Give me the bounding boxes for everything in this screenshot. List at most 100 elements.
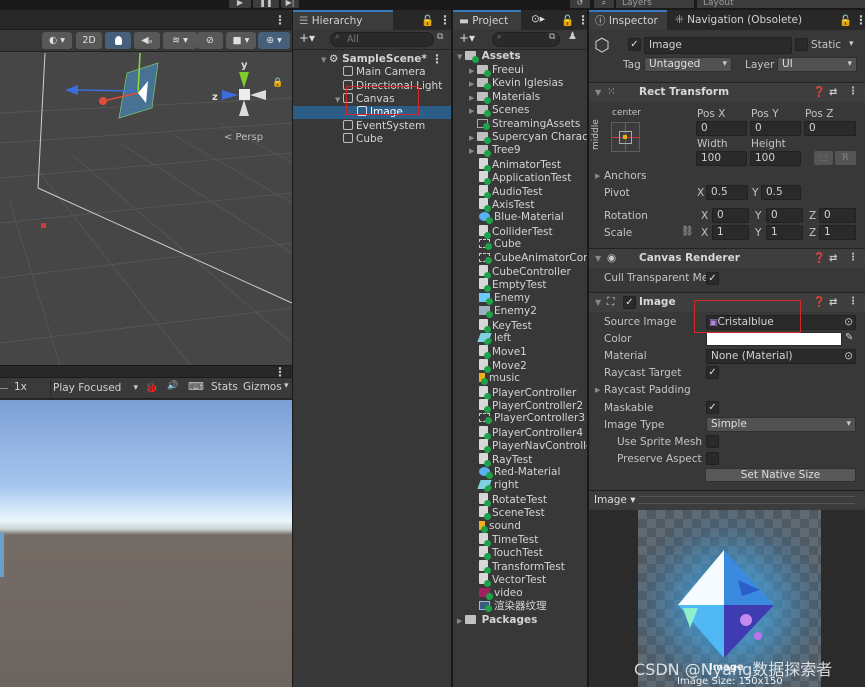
presets-icon[interactable]: ⇄ (829, 249, 837, 268)
gizmo-center-cube[interactable] (239, 89, 250, 100)
color-swatch[interactable] (706, 332, 842, 346)
scale-slider[interactable] (0, 388, 8, 389)
tab-inspector[interactable]: ⓘ Inspector (589, 10, 667, 30)
lighting-toggle[interactable] (105, 32, 131, 49)
hierarchy-item-cube[interactable]: Cube (293, 133, 451, 146)
more-options-icon[interactable]: ⋮ (274, 14, 286, 26)
height-field[interactable]: 100 (750, 151, 801, 166)
hierarchy-item-eventsystem[interactable]: EventSystem (293, 120, 451, 133)
project-item[interactable]: left (453, 332, 587, 345)
project-item[interactable]: PlayerNavControlle (453, 439, 587, 454)
project-item[interactable]: ColliderTest (453, 224, 587, 239)
constrain-proportions-icon[interactable]: ⛓ (681, 226, 694, 237)
component-menu-icon[interactable]: ⋮ (848, 86, 858, 98)
canvas-renderer-header[interactable]: ▼ ◉ Canvas Renderer ❓ ⇄ ⋮ (589, 248, 865, 268)
shading-mode-button[interactable]: ◐ ▾ (42, 32, 72, 49)
lock-icon[interactable]: 🔓 (561, 14, 574, 27)
tab-navigation[interactable]: ⁜ Navigation (Obsolete) (669, 10, 808, 30)
lock-icon[interactable]: 🔒 (272, 78, 283, 88)
project-item[interactable]: AudioTest (453, 184, 587, 199)
hierarchy-item-main-camera[interactable]: Main Camera (293, 66, 451, 79)
width-field[interactable]: 100 (696, 151, 747, 166)
project-item[interactable]: EmptyTest (453, 278, 587, 293)
gizmos-button[interactable]: Gizmos (243, 381, 282, 393)
search-by-type-icon[interactable]: ⧉ (549, 32, 555, 42)
component-menu-icon[interactable]: ⋮ (848, 252, 858, 264)
project-item[interactable]: SceneTest (453, 506, 587, 521)
project-item[interactable]: TouchTest (453, 546, 587, 561)
raw-edit-button[interactable]: R (835, 151, 856, 165)
maskable-checkbox[interactable]: ✓ (706, 401, 719, 414)
filter-icon[interactable]: ♟ (568, 31, 577, 42)
layers-dropdown[interactable]: Layers (616, 0, 694, 8)
pos-x-field[interactable]: 0 (696, 121, 747, 136)
project-item[interactable]: CubeController (453, 265, 587, 279)
hierarchy-item-scene[interactable]: ▼ ⚙ SampleScene* ⋮ (293, 53, 451, 66)
set-native-size-button[interactable]: Set Native Size (705, 468, 856, 482)
gizmos-dropdown[interactable]: ⊕ ▾ (258, 32, 290, 49)
create-button[interactable]: +▾ (459, 31, 475, 45)
object-name-field[interactable]: Image (644, 37, 792, 54)
stats-button[interactable]: Stats (211, 381, 238, 393)
project-item[interactable]: ▶ Kevin Iglesias (453, 77, 587, 91)
raycast-padding-foldout[interactable]: Raycast Padding (604, 384, 691, 396)
project-item[interactable]: TransformTest (453, 559, 587, 574)
preview-dropdown[interactable]: Image ▾ (594, 494, 636, 506)
tab-hierarchy[interactable]: ☰ Hierarchy (293, 10, 393, 30)
project-item[interactable]: music (453, 372, 587, 386)
eyedropper-icon[interactable]: ✎ (845, 332, 853, 343)
project-item[interactable]: ApplicationTest (453, 171, 587, 186)
play-button[interactable]: ▶ (229, 0, 251, 8)
project-item[interactable]: RayTest (453, 452, 587, 467)
pivot-y-field[interactable]: 0.5 (761, 185, 801, 200)
project-item[interactable]: CubeAnimatorCont (453, 252, 587, 265)
component-menu-icon[interactable]: ⋮ (848, 296, 858, 308)
object-picker-icon[interactable]: ⊙ (844, 316, 853, 329)
anchors-foldout[interactable]: Anchors (604, 170, 646, 182)
keyboard-icon[interactable]: ⌨ (188, 380, 204, 393)
project-item[interactable]: 渲染器纹理 (453, 600, 587, 613)
more-options-icon[interactable]: ⋮ (439, 14, 451, 26)
expand-arrow[interactable]: ▶ (469, 92, 477, 105)
project-item[interactable]: PlayerController4 (453, 425, 587, 440)
scale-y-field[interactable]: 1 (766, 225, 803, 240)
presets-icon[interactable]: ⇄ (829, 83, 837, 102)
more-options-icon[interactable]: ⋮ (274, 366, 286, 378)
project-item[interactable]: Red-Material (453, 466, 587, 479)
project-item[interactable]: Enemy2 (453, 305, 587, 319)
project-item[interactable]: AxisTest (453, 198, 587, 212)
scene-options-icon[interactable]: ⋮ (431, 53, 443, 65)
project-item[interactable]: Cube (453, 238, 587, 251)
step-button[interactable]: ▶| (281, 0, 299, 8)
project-item[interactable]: StreamingAssets (453, 118, 587, 131)
lock-icon[interactable]: 🔓 (421, 14, 434, 27)
anchor-preset-button[interactable] (611, 122, 640, 152)
project-item[interactable]: Move2 (453, 358, 587, 373)
project-item[interactable]: ▶ Scenes (453, 104, 587, 118)
more-options-icon[interactable]: ⋮ (577, 14, 587, 26)
scale-z-field[interactable]: 1 (819, 225, 856, 240)
orientation-gizmo[interactable]: y z (212, 60, 272, 130)
game-render-view[interactable] (0, 400, 292, 687)
gizmos-dropdown-arrow[interactable]: ▾ (284, 381, 289, 391)
presets-icon[interactable]: ⇄ (829, 293, 837, 312)
project-item[interactable]: ▶ Materials (453, 91, 587, 104)
pause-button[interactable]: ❚❚ (253, 0, 279, 8)
static-dropdown[interactable]: ▾ (849, 39, 854, 49)
camera-dropdown[interactable]: ■ ▾ (226, 32, 256, 49)
project-item[interactable]: Enemy (453, 292, 587, 305)
audio-toggle[interactable]: ◀ₓ (134, 32, 160, 49)
project-item[interactable]: PlayerController (453, 385, 587, 400)
project-item[interactable]: ▶ Supercyan Charac (453, 131, 587, 144)
project-item[interactable]: sound (453, 520, 587, 533)
project-item[interactable]: PlayerController3 (453, 412, 587, 425)
rect-transform-header[interactable]: ▼ ⁙ Rect Transform ❓ ⇄ ⋮ (589, 82, 865, 102)
rotation-x-field[interactable]: 0 (712, 208, 749, 223)
project-item[interactable]: right (453, 479, 587, 493)
project-item[interactable]: KeyTest (453, 318, 587, 333)
expand-arrow[interactable]: ▶ (469, 105, 477, 118)
play-mode-dropdown[interactable]: Play Focused ▾ (50, 380, 142, 397)
help-icon[interactable]: ❓ (813, 83, 825, 102)
project-item[interactable]: Move1 (453, 345, 587, 360)
audio-icon[interactable]: 🔊 (167, 381, 178, 391)
